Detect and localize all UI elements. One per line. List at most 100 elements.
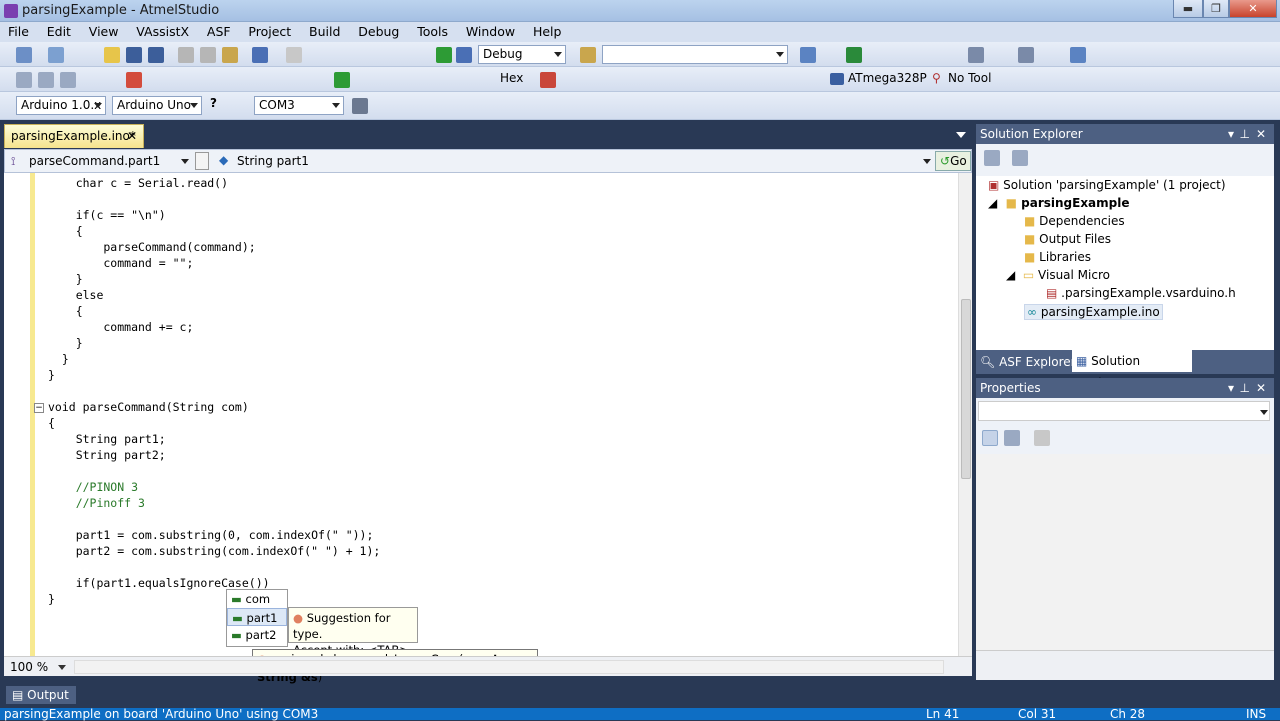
categorized-icon[interactable]	[982, 430, 998, 446]
comment-icon[interactable]	[1018, 47, 1034, 63]
menu-vassistx[interactable]: VAssistX	[122, 22, 189, 42]
rebuild-icon[interactable]	[38, 72, 54, 88]
tree-item-header-file[interactable]: ▤ .parsingExample.vsarduino.h	[1046, 286, 1236, 300]
close-pane-icon[interactable]: ✕	[1256, 378, 1266, 398]
breakpoint-icon[interactable]	[126, 72, 142, 88]
paste-icon[interactable]	[222, 47, 238, 63]
tree-item-dependencies[interactable]: ■ Dependencies	[1024, 214, 1125, 228]
code-line: //PINON 3	[48, 480, 139, 494]
menu-tools[interactable]: Tools	[403, 22, 448, 42]
code-line: command = "";	[48, 256, 194, 270]
collapse-icon[interactable]: −	[34, 403, 44, 413]
chevron-down-icon[interactable]	[923, 159, 931, 164]
tree-project[interactable]: ◢ ■ parsingExample	[988, 196, 1130, 210]
start-without-debugging-icon[interactable]	[456, 47, 472, 63]
code-line: {	[48, 304, 83, 318]
zoom-level[interactable]: 100 %	[10, 660, 48, 674]
show-all-files-icon[interactable]	[1012, 150, 1028, 166]
nav-split-button[interactable]	[195, 152, 209, 170]
save-all-icon[interactable]	[148, 47, 164, 63]
chevron-down-icon[interactable]	[58, 665, 66, 670]
autocomplete-item[interactable]: ▬ part2	[227, 626, 287, 644]
vertical-scrollbar[interactable]	[958, 173, 972, 656]
autocomplete-item-selected[interactable]: ▬ part1	[227, 608, 287, 626]
open-folder-icon[interactable]	[104, 47, 120, 63]
property-pages-icon[interactable]	[1034, 430, 1050, 446]
save-icon[interactable]	[126, 47, 142, 63]
menu-help[interactable]: Help	[519, 22, 562, 42]
tab-asf-explorer[interactable]: 🔍︎ ASF Explorer	[980, 352, 1076, 372]
menu-project[interactable]: Project	[234, 22, 291, 42]
variable-icon: ▬	[231, 628, 242, 642]
copy-icon[interactable]	[200, 47, 216, 63]
continue-icon[interactable]	[334, 72, 350, 88]
maximize-button[interactable]: ❐	[1203, 0, 1229, 18]
build-icon[interactable]	[16, 72, 32, 88]
menu-asf[interactable]: ASF	[193, 22, 231, 42]
device-name[interactable]: ATmega328P	[848, 71, 927, 85]
start-debugging-icon[interactable]	[436, 47, 452, 63]
autocomplete-item[interactable]: ▬ com	[227, 590, 287, 608]
tab-solution-explorer[interactable]: ▦ Solution Explorer	[1072, 350, 1192, 390]
tab-parsingexample-ino[interactable]: parsingExample.ino* ✕	[4, 124, 144, 148]
port-select[interactable]: COM3	[254, 96, 344, 115]
menu-window[interactable]: Window	[452, 22, 515, 42]
code-editor[interactable]: char c = Serial.read() if(c == "\n") { p…	[4, 173, 972, 656]
properties-object-combo[interactable]	[978, 401, 1270, 421]
build-config-select[interactable]: Debug	[478, 45, 566, 64]
find-combo[interactable]	[602, 45, 788, 64]
menu-file[interactable]: File	[0, 22, 29, 42]
close-button[interactable]: ✕	[1229, 0, 1277, 18]
solution-icon: ▣	[988, 178, 1000, 192]
minimize-button[interactable]: ▬	[1173, 0, 1203, 18]
tab-dropdown-icon[interactable]	[956, 132, 966, 138]
scroll-thumb[interactable]	[961, 299, 971, 479]
bookmark-icon[interactable]	[1070, 47, 1086, 63]
output-tab[interactable]: ▤ Output	[6, 686, 76, 704]
serial-monitor-icon[interactable]	[352, 98, 368, 114]
cut-icon[interactable]	[178, 47, 194, 63]
pin-icon[interactable]: ⊥	[1240, 124, 1250, 144]
menu-view[interactable]: View	[75, 22, 119, 42]
pin-icon[interactable]: ⊥	[1240, 378, 1250, 398]
find-in-files-icon[interactable]	[580, 47, 596, 63]
tree-item-visual-micro[interactable]: ◢ ▭ Visual Micro	[1006, 268, 1110, 282]
properties-icon[interactable]	[984, 150, 1000, 166]
go-button[interactable]: ↺Go	[935, 151, 971, 171]
help-icon[interactable]: ?	[210, 96, 217, 110]
new-project-icon[interactable]	[16, 47, 32, 63]
nav-right-value[interactable]: String part1	[237, 154, 309, 168]
arduino-version-select[interactable]: Arduino 1.0.x	[16, 96, 106, 115]
tree-solution[interactable]: ▣ Solution 'parsingExample' (1 project)	[988, 178, 1226, 192]
board-select[interactable]: Arduino Uno	[112, 96, 202, 115]
pane-menu-icon[interactable]: ▾	[1228, 124, 1234, 144]
chevron-down-icon[interactable]	[181, 159, 189, 164]
tree-item-libraries[interactable]: ■ Libraries	[1024, 250, 1091, 264]
hex-toggle[interactable]: Hex	[500, 71, 523, 85]
menu-build[interactable]: Build	[295, 22, 340, 42]
code-line: command += c;	[48, 320, 194, 334]
indent-icon[interactable]	[968, 47, 984, 63]
solution-explorer-icon[interactable]	[800, 47, 816, 63]
undo-icon[interactable]	[252, 47, 268, 63]
menu-edit[interactable]: Edit	[33, 22, 71, 42]
output-icon: ▤	[12, 688, 24, 702]
properties-object-select[interactable]	[976, 398, 1274, 424]
code-block[interactable]: char c = Serial.read() if(c == "\n") { p…	[48, 175, 380, 607]
pane-menu-icon[interactable]: ▾	[1228, 378, 1234, 398]
close-tab-icon[interactable]: ✕	[127, 125, 137, 147]
chevron-down-icon[interactable]	[1260, 410, 1268, 415]
toolbox-icon[interactable]	[846, 47, 862, 63]
horizontal-scrollbar[interactable]	[74, 660, 944, 674]
tree-item-ino-file[interactable]: ∞ parsingExample.ino	[1024, 304, 1163, 320]
menu-debug[interactable]: Debug	[344, 22, 399, 42]
close-pane-icon[interactable]: ✕	[1256, 124, 1266, 144]
alphabetical-icon[interactable]	[1004, 430, 1020, 446]
nav-left-value[interactable]: parseCommand.part1	[29, 154, 160, 168]
redo-icon[interactable]	[286, 47, 302, 63]
tree-item-output-files[interactable]: ■ Output Files	[1024, 232, 1111, 246]
add-item-icon[interactable]	[48, 47, 64, 63]
memory-icon[interactable]	[540, 72, 556, 88]
clean-icon[interactable]	[60, 72, 76, 88]
tool-name[interactable]: No Tool	[948, 71, 991, 85]
